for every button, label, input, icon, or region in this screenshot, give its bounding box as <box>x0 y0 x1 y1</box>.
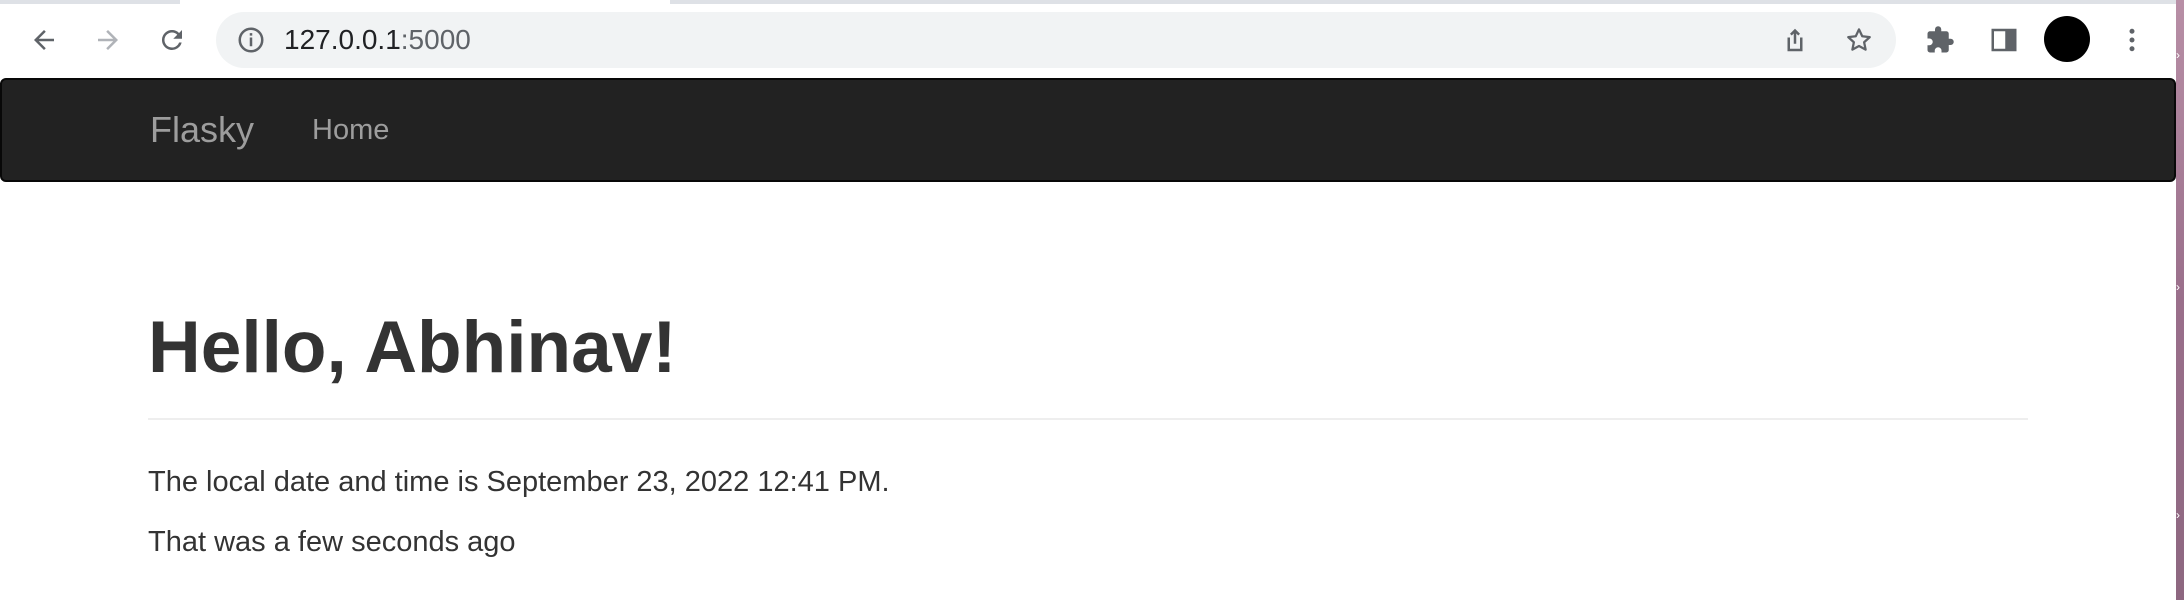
active-tab-edge <box>180 0 670 4</box>
extensions-button[interactable] <box>1916 16 1964 64</box>
page-header: Hello, Abhinav! <box>148 290 2028 420</box>
puzzle-icon <box>1927 26 1954 53</box>
edge-glyph: › <box>2176 280 2180 294</box>
url-text[interactable]: 127.0.0.1:5000 <box>284 12 471 68</box>
forward-button[interactable] <box>84 16 132 64</box>
datetime-text: The local date and time is September 23,… <box>148 466 890 498</box>
star-icon[interactable] <box>1844 25 1874 55</box>
reload-icon <box>161 29 182 50</box>
page-title: Hello, Abhinav! <box>148 307 677 388</box>
site-navbar: Flasky Home <box>0 78 2176 182</box>
relative-time-text: That was a few seconds ago <box>148 526 516 558</box>
tab-strip <box>0 0 2176 4</box>
navbar-brand[interactable]: Flasky <box>150 80 254 180</box>
browser-toolbar: 127.0.0.1:5000 <box>0 0 2176 78</box>
nav-item-home[interactable]: Home <box>312 80 389 180</box>
kebab-menu-icon <box>2129 28 2135 52</box>
back-button[interactable] <box>20 16 68 64</box>
edge-glyph: › <box>2176 48 2180 62</box>
share-icon[interactable] <box>1780 25 1810 55</box>
desktop-edge: › › › <box>2176 0 2184 600</box>
url-port: :5000 <box>400 24 471 55</box>
browser-window: 127.0.0.1:5000 Flasky Home Hello, Abhina… <box>0 0 2176 600</box>
arrow-left-icon <box>34 30 54 50</box>
address-bar[interactable]: 127.0.0.1:5000 <box>216 12 1896 68</box>
browser-menu-button[interactable] <box>2108 16 2156 64</box>
avatar[interactable] <box>2044 16 2090 62</box>
edge-glyph: › <box>2176 508 2180 522</box>
side-panel-icon <box>1991 28 2017 52</box>
reload-button[interactable] <box>148 16 196 64</box>
info-icon[interactable] <box>236 25 266 55</box>
url-host: 127.0.0.1 <box>284 24 401 55</box>
arrow-right-icon <box>98 30 118 50</box>
side-panel-button[interactable] <box>1980 16 2028 64</box>
